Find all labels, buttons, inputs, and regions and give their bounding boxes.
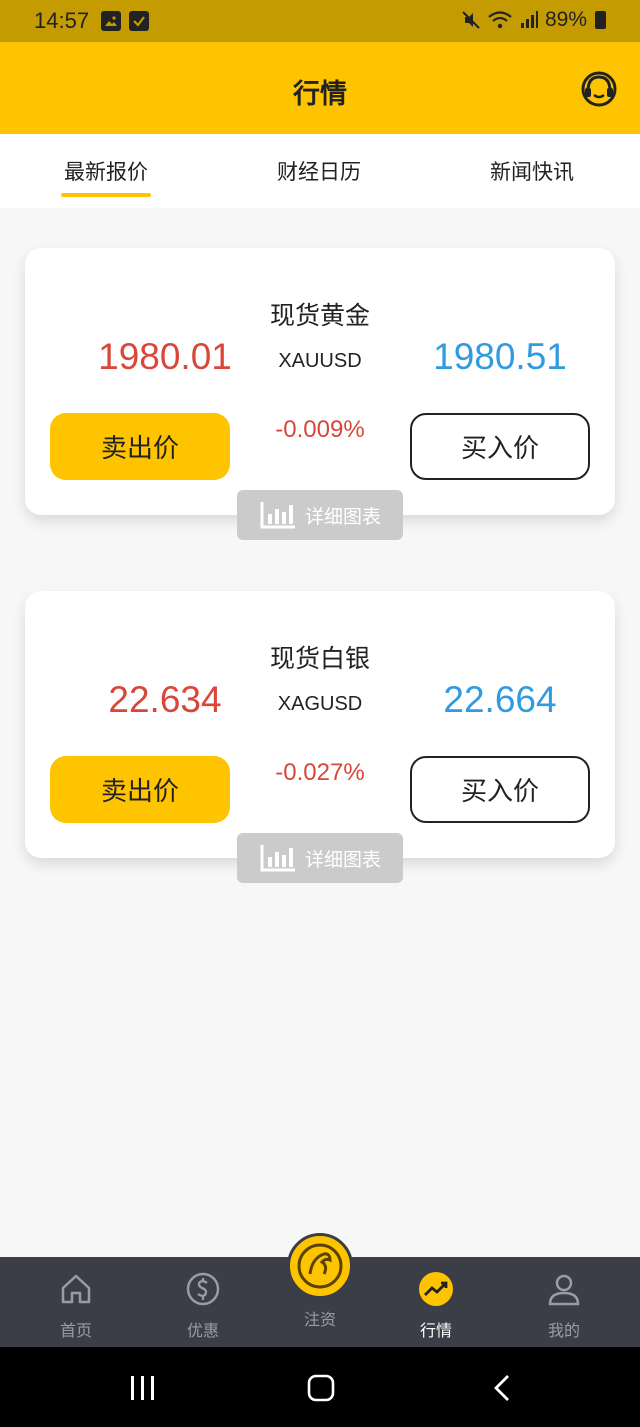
tab-news-flash[interactable]: 新闻快讯: [462, 156, 602, 186]
status-bar: 14:57 89%: [0, 0, 640, 42]
check-notification-icon: [129, 11, 149, 31]
mute-icon: [462, 11, 480, 29]
bar-chart-icon: [260, 845, 295, 872]
page-title: 行情: [293, 79, 347, 110]
status-right: 89%: [461, 8, 606, 32]
tab-latest-quotes[interactable]: 最新报价: [36, 156, 176, 186]
status-time: 14:57: [34, 8, 90, 33]
nav-label: 首页: [59, 1321, 92, 1340]
battery-percent: 89%: [544, 8, 587, 31]
nav-label: 优惠: [186, 1321, 219, 1340]
ask-price: 1980.51: [433, 336, 567, 377]
user-icon: [548, 1274, 580, 1306]
dollar-icon: [186, 1272, 220, 1306]
detail-chart-button[interactable]: 详细图表: [237, 490, 403, 540]
gallery-notification-icon: [101, 11, 121, 31]
detail-chart-button[interactable]: 详细图表: [237, 833, 403, 883]
wifi-icon: [488, 11, 512, 29]
home-icon: [61, 1274, 91, 1304]
bar-chart-icon: [260, 502, 295, 529]
tab-economic-calendar[interactable]: 财经日历: [249, 156, 389, 186]
deposit-logo-icon: [297, 1243, 343, 1289]
nav-label: 行情: [419, 1321, 452, 1340]
home-button[interactable]: [306, 1374, 336, 1402]
detail-chart-label: 详细图表: [304, 505, 381, 528]
market-tabs: 最新报价 财经日历 新闻快讯: [0, 134, 640, 208]
app-bar: 行情: [0, 42, 640, 134]
customer-service-icon[interactable]: [579, 69, 619, 109]
nav-market[interactable]: 行情: [372, 1257, 500, 1347]
nav-deposit[interactable]: [287, 1233, 353, 1299]
signal-icon: [520, 11, 538, 28]
battery-icon: [595, 11, 606, 29]
nav-home[interactable]: 首页: [12, 1257, 140, 1347]
buy-button[interactable]: 买入价: [410, 413, 590, 480]
trend-icon: [419, 1272, 453, 1306]
quote-card-gold: 现货黄金 1980.01 XAUUSD 1980.51 卖出价 -0.009% …: [25, 248, 615, 540]
buy-button[interactable]: 买入价: [410, 756, 590, 823]
system-nav-bar: [0, 1347, 640, 1427]
back-button[interactable]: [488, 1374, 518, 1402]
nav-label: 我的: [547, 1321, 580, 1340]
quote-name: 现货黄金: [269, 301, 370, 330]
nav-promotions[interactable]: 优惠: [139, 1257, 267, 1347]
nav-profile[interactable]: 我的: [500, 1257, 628, 1347]
recent-apps-button[interactable]: [128, 1374, 158, 1402]
quote-name: 现货白银: [269, 644, 370, 673]
quote-card-silver: 现货白银 22.634 XAGUSD 22.664 卖出价 -0.027% 买入…: [25, 591, 615, 883]
tab-active-indicator: [61, 193, 151, 197]
detail-chart-label: 详细图表: [304, 848, 381, 871]
nav-deposit-label: 注资: [303, 1310, 336, 1329]
ask-price: 22.664: [443, 679, 557, 720]
